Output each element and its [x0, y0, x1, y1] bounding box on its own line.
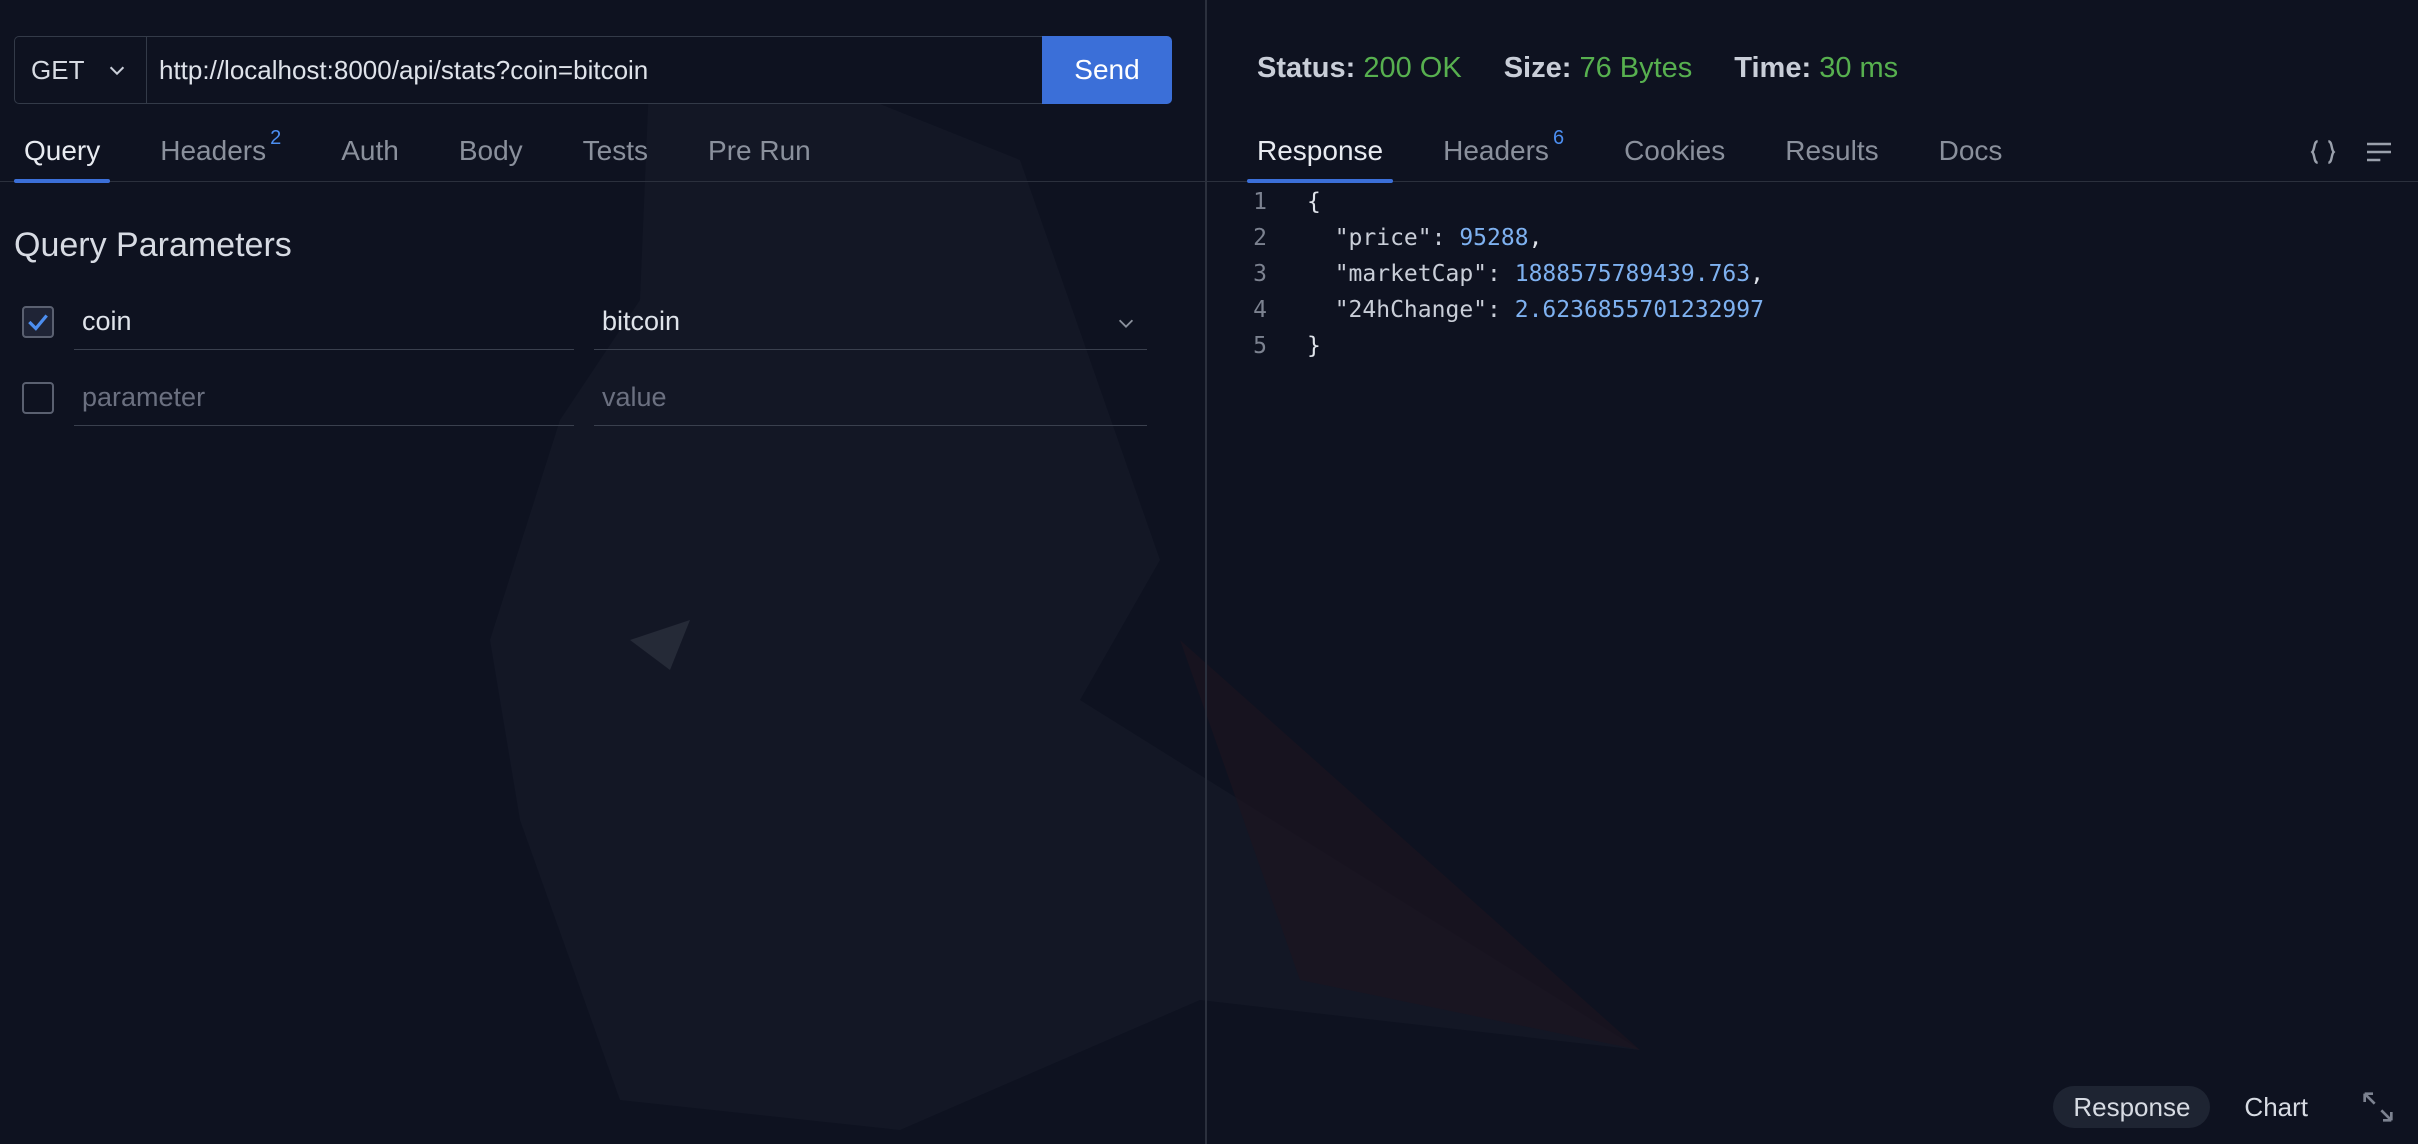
- tab-label: Docs: [1938, 135, 2003, 166]
- response-status-bar: Status: 200 OK Size: 76 Bytes Time: 30 m…: [1257, 52, 1940, 85]
- request-bar: GET Send: [14, 36, 1172, 104]
- request-tab-tests[interactable]: Tests: [573, 125, 658, 181]
- line-number: 3: [1253, 261, 1267, 287]
- request-tab-pre-run[interactable]: Pre Run: [698, 125, 821, 181]
- request-tab-headers[interactable]: Headers 2: [150, 125, 291, 181]
- param-value-input[interactable]: bitcoin: [594, 294, 1147, 350]
- size-value: 76 Bytes: [1579, 52, 1693, 84]
- json-punct: }: [1307, 333, 1321, 359]
- chevron-down-icon: [110, 66, 125, 76]
- param-row-empty: parameter value: [22, 370, 1172, 426]
- json-punct: ,: [1750, 261, 1764, 287]
- tab-label: Cookies: [1624, 135, 1726, 166]
- code-text: "price": 95288,: [1267, 220, 1543, 256]
- param-enabled-checkbox[interactable]: [22, 306, 54, 338]
- checkmark-icon: [28, 314, 48, 331]
- app-window: GET Send QueryHeaders2AuthBodyTestsPre R…: [0, 0, 2418, 1144]
- chevron-down-icon[interactable]: [1115, 312, 1137, 334]
- param-key-input[interactable]: parameter: [74, 370, 574, 426]
- time-value: 30 ms: [1819, 52, 1899, 84]
- time-info: Time: 30 ms: [1734, 52, 1899, 84]
- json-key: "marketCap":: [1307, 261, 1515, 287]
- code-line: 5}: [1207, 328, 2418, 364]
- param-enabled-checkbox[interactable]: [22, 382, 54, 414]
- code-line: 2 "price": 95288,: [1207, 220, 2418, 256]
- line-number: 5: [1253, 333, 1267, 359]
- response-tab-cookies[interactable]: Cookies: [1614, 125, 1735, 181]
- tab-label: Query: [24, 135, 101, 166]
- code-line: 4 "24hChange": 2.6236855701232997: [1207, 292, 2418, 328]
- json-number: 95288: [1459, 225, 1529, 251]
- request-tab-auth[interactable]: Auth: [331, 125, 409, 181]
- response-tab-response[interactable]: Response: [1247, 125, 1394, 183]
- code-text: {: [1267, 184, 1321, 220]
- bottom-toggle-bar: Response Chart: [2039, 1086, 2398, 1128]
- response-tab-results[interactable]: Results: [1775, 125, 1888, 181]
- request-tab-query[interactable]: Query: [14, 125, 111, 183]
- response-pane: Status: 200 OK Size: 76 Bytes Time: 30 m…: [1207, 0, 2418, 1144]
- tab-label: Headers: [160, 135, 267, 166]
- line-number: 4: [1253, 297, 1267, 323]
- json-key: "24hChange":: [1307, 297, 1515, 323]
- line-number: 2: [1253, 225, 1267, 251]
- request-tab-body[interactable]: Body: [449, 125, 533, 181]
- response-view-button[interactable]: Response: [2053, 1086, 2211, 1128]
- query-params-title: Query Parameters: [14, 226, 292, 264]
- code-text: }: [1267, 328, 1321, 364]
- response-tabs: Response Headers 6 Cookies Results Docs: [1207, 125, 2418, 183]
- response-body-viewer[interactable]: 1{2 "price": 95288, 3 "marketCap": 188857…: [1207, 184, 2418, 364]
- json-number: 1888575789439.763: [1514, 261, 1751, 287]
- send-button[interactable]: Send: [1042, 36, 1172, 104]
- json-number: 2.6236855701232997: [1514, 297, 1764, 323]
- url-input[interactable]: [146, 36, 1042, 104]
- json-punct: ,: [1528, 225, 1543, 251]
- tab-label: Auth: [341, 135, 399, 166]
- param-key-input[interactable]: coin: [74, 294, 574, 350]
- tab-label: Response: [1257, 135, 1384, 166]
- response-tab-headers[interactable]: Headers 6: [1433, 125, 1574, 181]
- chart-view-button[interactable]: Chart: [2224, 1086, 2328, 1128]
- wrap-lines-icon[interactable]: [2357, 130, 2401, 174]
- method-label: GET: [31, 54, 85, 85]
- json-key: "price":: [1307, 225, 1460, 251]
- method-select[interactable]: GET: [14, 36, 146, 104]
- param-row: coin bitcoin: [22, 294, 1172, 350]
- response-tab-docs[interactable]: Docs: [1929, 125, 2013, 181]
- status-info: Status: 200 OK: [1257, 52, 1462, 84]
- param-value-text: bitcoin: [602, 306, 681, 336]
- braces-icon[interactable]: [2301, 130, 2345, 174]
- tab-count-badge: 6: [1552, 127, 1565, 149]
- expand-icon[interactable]: [2358, 1087, 2398, 1127]
- tab-label: Tests: [582, 135, 649, 166]
- tab-label: Pre Run: [708, 135, 811, 166]
- code-line: 3 "marketCap": 1888575789439.763,: [1207, 256, 2418, 292]
- line-number: 1: [1253, 189, 1267, 215]
- param-value-input[interactable]: value: [594, 370, 1147, 426]
- code-text: "marketCap": 1888575789439.763,: [1267, 256, 1764, 292]
- request-tabs: Query Headers 2 Auth Body Tests Pre Run: [0, 125, 1205, 183]
- tab-label: Body: [458, 135, 523, 166]
- status-badge: 200 OK: [1363, 52, 1462, 84]
- tab-label: Headers: [1443, 135, 1549, 166]
- request-pane: GET Send Query Headers2 Auth Body Tests Pre R…: [0, 0, 1205, 1144]
- size-info: Size: 76 Bytes: [1503, 52, 1693, 84]
- code-line: 1{: [1207, 184, 2418, 220]
- json-punct: {: [1307, 189, 1321, 215]
- tab-label: Results: [1785, 135, 1879, 166]
- tab-count-badge: 2: [270, 127, 282, 149]
- code-text: "24hChange": 2.6236855701232997: [1267, 292, 1764, 328]
